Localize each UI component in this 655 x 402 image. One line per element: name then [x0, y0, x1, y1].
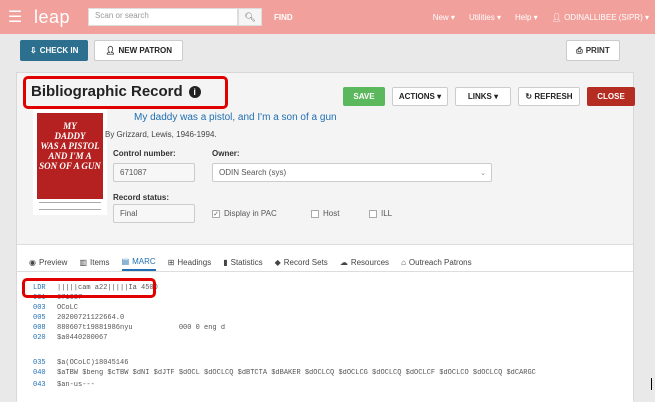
- refresh-button[interactable]: ↻ REFRESH: [518, 87, 580, 106]
- book-cover-footer: [39, 202, 101, 210]
- record-panel: Bibliographic Record i SAVE ACTIONS ▾ LIN…: [16, 72, 635, 402]
- host-checkbox[interactable]: Host: [311, 209, 339, 218]
- check-in-button[interactable]: ⇩ CHECK IN: [20, 40, 89, 61]
- marc-row: 003 OCoLC: [17, 304, 633, 313]
- marc-tag: 035: [33, 359, 46, 367]
- links-dropdown[interactable]: LINKS ▾: [455, 87, 511, 106]
- top-navigation-bar: ☰ leap Scan or search 🔍︎ FIND New ▾ Util…: [0, 0, 655, 34]
- tab-preview[interactable]: ◉ Preview: [29, 253, 67, 271]
- record-status-field: Final: [113, 204, 195, 223]
- record-actions: SAVE ACTIONS ▾ LINKS ▾ ↻ REFRESH CLOSE: [343, 87, 635, 106]
- find-button[interactable]: FIND: [274, 13, 293, 22]
- tab-items[interactable]: ▥ Items: [79, 253, 109, 271]
- control-number-label: Control number:: [113, 149, 176, 158]
- checkbox-icon: [311, 209, 319, 218]
- display-in-pac-checkbox[interactable]: ✓ Display in PAC: [212, 209, 277, 218]
- record-header: Bibliographic Record i SAVE ACTIONS ▾ LIN…: [17, 73, 635, 245]
- refresh-icon: ↻: [525, 92, 533, 101]
- ill-checkbox[interactable]: ILL: [369, 209, 392, 218]
- marc-row: 035 $a(OCoLC)18045146: [17, 359, 633, 368]
- marc-row: 040 $aTBW $beng $cTBW $dNI $dJTF $dOCL $d…: [17, 369, 633, 378]
- marc-row: 020 $a0440200067: [17, 334, 633, 343]
- control-number-field: 671087: [113, 163, 195, 182]
- user-name: ODINALLIBEE (SIPR) ▾: [564, 12, 649, 22]
- tab-headings[interactable]: ⊞ Headings: [168, 253, 212, 271]
- book-cover-image: MY DADDY WAS A PISTOL AND I'M A SON OF A GUN: [33, 109, 107, 215]
- download-icon: ⇩: [30, 46, 37, 55]
- tab-marc[interactable]: ▤ MARC: [121, 253, 156, 271]
- stack-icon: ◆: [274, 257, 281, 267]
- marc-value: $a0440200067: [57, 334, 108, 342]
- cloud-icon: ☁: [339, 257, 348, 267]
- checked-icon: ✓: [212, 209, 220, 218]
- printer-icon: ⎙: [576, 45, 583, 55]
- new-patron-button[interactable]: 👤︎ NEW PATRON: [94, 40, 184, 61]
- tab-statistics[interactable]: ▮ Statistics: [223, 253, 262, 271]
- checkbox-icon: [369, 209, 377, 218]
- record-tabs: ◉ Preview ▥ Items ▤ MARC ⊞ Headings ▮ Statist…: [17, 253, 633, 271]
- top-nav-menu: New ▾ Utilities ▾ Help ▾ 👤︎ ODINALLIBEE …: [433, 13, 655, 22]
- marc-row: 008 880607t19881986nyu 000 0 eng d: [17, 324, 633, 333]
- nav-utilities[interactable]: Utilities ▾: [469, 13, 501, 22]
- marc-row: 043 $an-us---: [17, 381, 633, 390]
- owner-label: Owner:: [212, 149, 240, 158]
- marc-tag: 043: [33, 381, 46, 389]
- tab-record-sets[interactable]: ◆ Record Sets: [275, 253, 328, 271]
- book-title-link[interactable]: My daddy was a pistol, and I'm a son of …: [134, 112, 337, 123]
- marc-value: $aTBW $beng $cTBW $dNI $dJTF $dOCL $dOCL…: [57, 369, 536, 377]
- chart-icon: ▮: [223, 257, 228, 267]
- marc-tag: 008: [33, 324, 46, 332]
- book-author: By Grizzard, Lewis, 1946-1994.: [105, 130, 217, 139]
- marc-value: $a(OCoLC)18045146: [57, 359, 129, 367]
- marc-tag: 005: [33, 314, 46, 322]
- record-status-label: Record status:: [113, 193, 170, 202]
- marc-tag: 040: [33, 369, 46, 377]
- tab-resources[interactable]: ☁ Resources: [340, 253, 389, 271]
- chevron-down-icon: ⌄: [480, 170, 486, 177]
- search-icon[interactable]: 🔍︎: [238, 8, 263, 26]
- marc-tag: 020: [33, 334, 46, 342]
- action-toolbar: ⇩ CHECK IN 👤︎ NEW PATRON: [20, 40, 184, 61]
- actions-dropdown[interactable]: ACTIONS ▾: [392, 87, 448, 106]
- marc-value: $an-us---: [57, 381, 95, 389]
- nav-help[interactable]: Help ▾: [515, 13, 538, 22]
- user-menu[interactable]: 👤︎ ODINALLIBEE (SIPR) ▾: [552, 13, 649, 22]
- nav-new[interactable]: New ▾: [433, 13, 455, 22]
- marc-value: 20200721122664.0: [57, 314, 125, 322]
- marc-tag: 003: [33, 304, 46, 312]
- book-cover-art: MY DADDY WAS A PISTOL AND I'M A SON OF A GUN: [37, 113, 103, 199]
- highlight-035-box: [22, 278, 156, 298]
- save-button[interactable]: SAVE: [343, 87, 385, 106]
- app-logo[interactable]: leap: [34, 7, 70, 28]
- tab-outreach-patrons[interactable]: ⌂ Outreach Patrons: [401, 253, 472, 271]
- headings-icon: ⊞: [167, 257, 175, 267]
- add-user-icon: 👤︎: [105, 46, 116, 55]
- barcode-icon: ▥: [79, 257, 87, 267]
- menu-icon[interactable]: ☰: [0, 0, 30, 34]
- marc-value: 880607t19881986nyu 000 0 eng d: [57, 324, 226, 332]
- close-button[interactable]: CLOSE: [587, 87, 635, 106]
- marc-icon: ▤: [121, 256, 130, 266]
- text-cursor: [651, 378, 652, 390]
- home-icon: ⌂: [401, 257, 406, 267]
- print-button[interactable]: ⎙ PRINT: [566, 40, 620, 61]
- highlight-title-box: [23, 76, 228, 109]
- owner-select[interactable]: ODIN Search (sys) ⌄: [212, 163, 492, 182]
- search-input[interactable]: Scan or search: [88, 8, 239, 26]
- user-icon: 👤︎: [551, 12, 562, 22]
- eye-icon: ◉: [29, 257, 36, 267]
- marc-value: OCoLC: [57, 304, 79, 312]
- marc-row: 005 20200721122664.0: [17, 314, 633, 323]
